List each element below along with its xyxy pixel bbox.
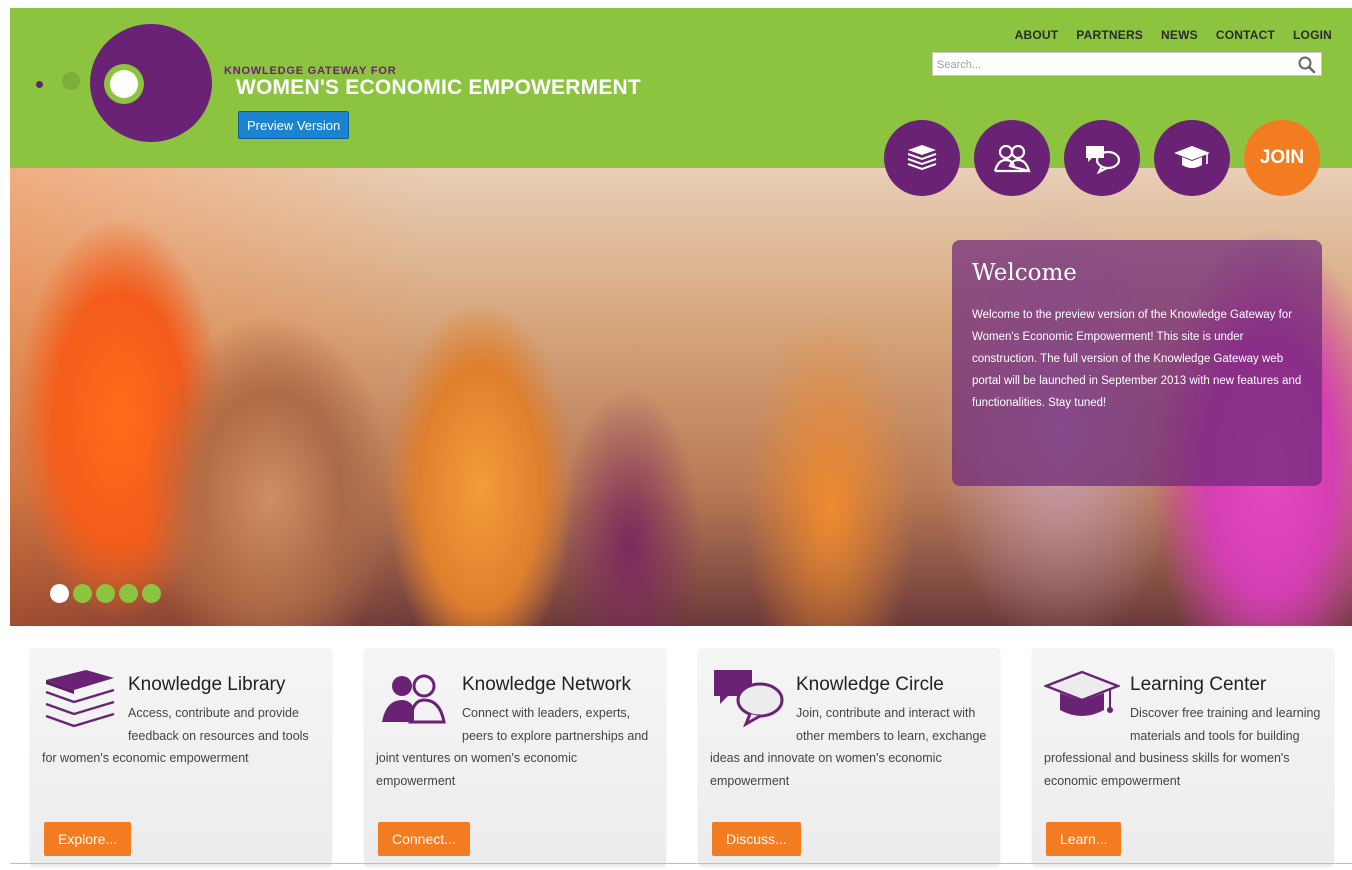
learning-nav-button[interactable] [1154,120,1230,196]
site-logo[interactable] [90,24,212,142]
join-button[interactable]: JOIN [1244,120,1320,196]
slider-dot-2[interactable] [73,584,92,603]
search-input[interactable] [937,56,1287,74]
page: KNOWLEDGE GATEWAY FOR WOMEN'S ECONOMIC E… [10,8,1352,866]
slider-dot-5[interactable] [142,584,161,603]
top-navigation: ABOUT PARTNERS NEWS CONTACT LOGIN [1015,28,1332,42]
slider-dot-4[interactable] [119,584,138,603]
footer-divider [10,863,1352,864]
search-icon[interactable] [1297,55,1317,75]
search-box [932,52,1322,76]
nav-contact[interactable]: CONTACT [1216,28,1275,42]
card-learning-center: Learning Center Discover free training a… [1032,648,1334,866]
card-knowledge-circle: Knowledge Circle Join, contribute and in… [698,648,1000,866]
welcome-text: Welcome to the preview version of the Kn… [972,309,1302,409]
logo-dot-medium [62,72,80,90]
nav-news[interactable]: NEWS [1161,28,1198,42]
chat-bubbles-icon [1086,146,1121,174]
welcome-title: Welcome [972,260,1077,286]
nav-about[interactable]: ABOUT [1015,28,1059,42]
card-title: Learning Center [1130,674,1267,695]
slider-dot-3[interactable] [96,584,115,603]
graduation-cap-icon [1174,146,1210,168]
learn-button[interactable]: Learn... [1046,822,1122,856]
card-knowledge-network: Knowledge Network Connect with leaders, … [364,648,666,866]
card-title: Knowledge Circle [796,674,944,695]
library-nav-button[interactable] [884,120,960,196]
explore-button[interactable]: Explore... [44,822,132,856]
logo-dot-small [36,81,43,88]
connect-button[interactable]: Connect... [378,822,470,856]
hero-image [10,168,430,626]
site-header: KNOWLEDGE GATEWAY FOR WOMEN'S ECONOMIC E… [10,8,1352,168]
hero-slider: Welcome Welcome to the preview version o… [10,168,1352,626]
preview-version-button[interactable]: Preview Version [238,111,350,139]
nav-login[interactable]: LOGIN [1293,28,1332,42]
slider-dots [50,584,161,603]
discuss-button[interactable]: Discuss... [712,822,801,856]
brand-name[interactable]: WOMEN'S ECONOMIC EMPOWERMENT [236,76,641,100]
circle-nav-button[interactable] [1064,120,1140,196]
card-description: Access, contribute and provide feedback … [42,706,309,765]
nav-partners[interactable]: PARTNERS [1076,28,1143,42]
slider-dot-1[interactable] [50,584,69,603]
card-title: Knowledge Network [462,674,631,695]
card-description: Discover free training and learning mate… [1044,706,1321,788]
card-title: Knowledge Library [128,674,286,695]
card-description: Join, contribute and interact with other… [710,706,987,788]
books-icon [907,145,937,171]
people-icon [993,144,1031,173]
welcome-panel: Welcome Welcome to the preview version o… [952,240,1322,486]
network-nav-button[interactable] [974,120,1050,196]
feature-cards: Knowledge Library Access, contribute and… [10,626,1352,866]
card-knowledge-library: Knowledge Library Access, contribute and… [30,648,332,866]
card-description: Connect with leaders, experts, peers to … [376,706,649,788]
